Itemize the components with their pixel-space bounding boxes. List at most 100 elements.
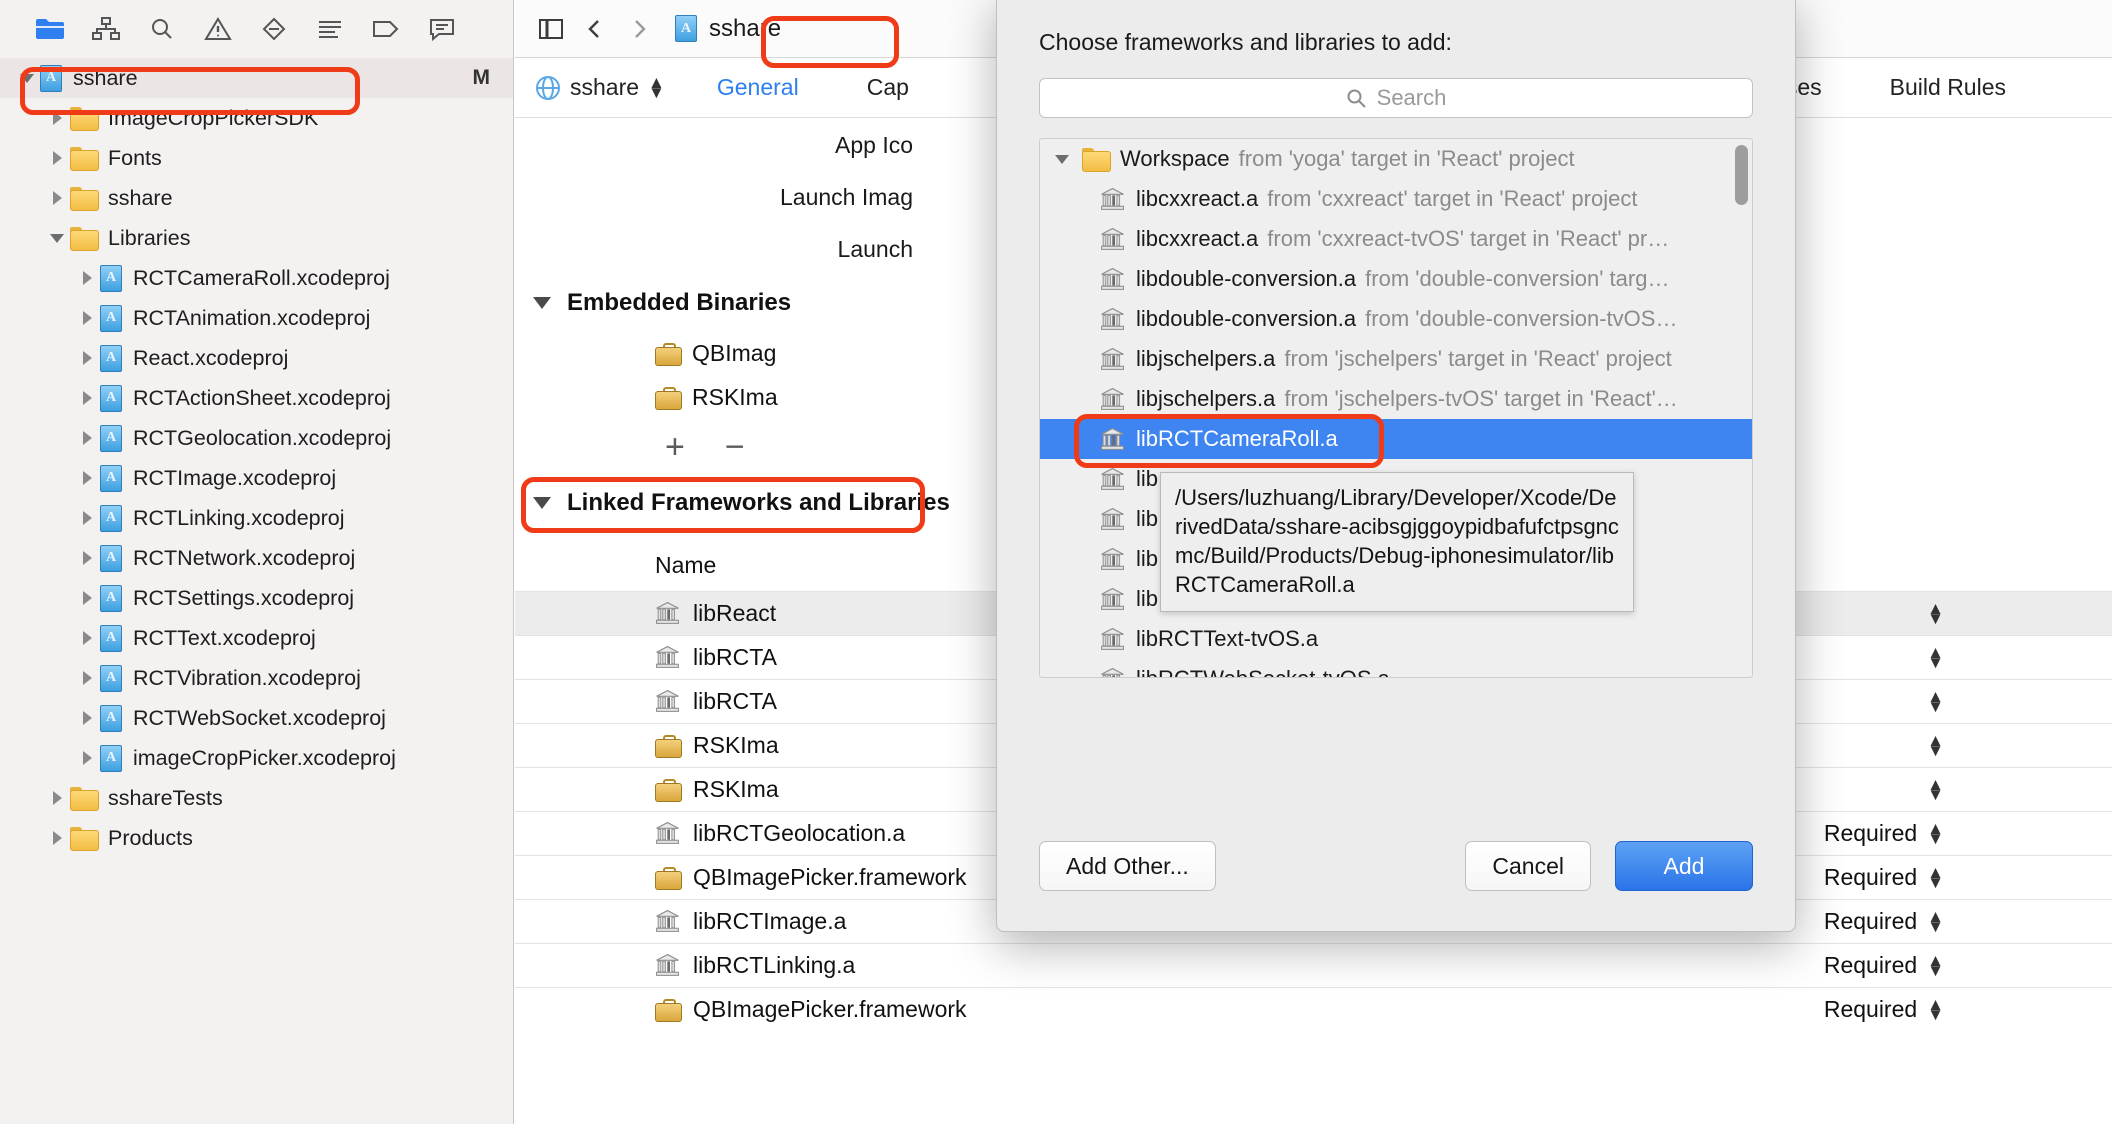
chevron-right-icon[interactable] xyxy=(74,510,100,526)
report-icon[interactable] xyxy=(302,7,358,51)
list-item[interactable]: libdouble-conversion.a from 'double-conve… xyxy=(1040,299,1752,339)
chevron-updown-icon[interactable]: ▲ ▼ xyxy=(1927,644,1944,670)
warning-icon[interactable] xyxy=(190,7,246,51)
list-item[interactable]: libcxxreact.a from 'cxxreact-tvOS' target… xyxy=(1040,219,1752,259)
navigator-toggle-icon[interactable] xyxy=(529,7,573,51)
tree-item[interactable]: RCTCameraRoll.xcodeproj xyxy=(0,258,513,298)
remove-binary-button[interactable]: − xyxy=(725,428,745,467)
breakpoint-icon[interactable] xyxy=(246,7,302,51)
chevron-right-icon[interactable] xyxy=(44,830,70,846)
chevron-down-icon[interactable] xyxy=(14,71,40,85)
chevron-updown-icon[interactable]: ▲ ▼ xyxy=(1927,732,1944,758)
chevron-updown-icon[interactable]: ▲ ▼ xyxy=(1927,688,1944,714)
chevron-right-icon[interactable] xyxy=(74,270,100,286)
tree-item[interactable]: Libraries xyxy=(0,218,513,258)
tree-item[interactable]: RCTActionSheet.xcodeproj xyxy=(0,378,513,418)
chevron-right-icon[interactable] xyxy=(80,710,94,726)
tab-general[interactable]: General xyxy=(701,68,815,107)
status-cell[interactable]: Required ▲ ▼ xyxy=(1824,864,1944,891)
chevron-updown-icon[interactable]: ▲ ▼ xyxy=(1927,908,1944,934)
tree-item[interactable]: Fonts xyxy=(0,138,513,178)
chevron-right-icon[interactable] xyxy=(74,350,100,366)
chevron-right-icon[interactable] xyxy=(80,310,94,326)
back-chevron-icon[interactable] xyxy=(573,7,617,51)
table-row[interactable]: QBImagePicker.framework Required ▲ ▼ xyxy=(515,987,2112,1031)
add-other-button[interactable]: Add Other... xyxy=(1039,841,1216,891)
chevron-right-icon[interactable] xyxy=(80,350,94,366)
forward-chevron-icon[interactable] xyxy=(617,7,661,51)
status-cell[interactable]: Required ▲ ▼ xyxy=(1824,952,1944,979)
chevron-updown-icon[interactable]: ▲ ▼ xyxy=(1927,776,1944,802)
tab-build-rules[interactable]: Build Rules xyxy=(1874,68,2022,107)
chevron-right-icon[interactable] xyxy=(74,630,100,646)
chevron-right-icon[interactable] xyxy=(74,590,100,606)
chevron-right-icon[interactable] xyxy=(50,830,64,846)
tree-item[interactable]: RCTImage.xcodeproj xyxy=(0,458,513,498)
chevron-updown-icon[interactable]: ▲ ▼ xyxy=(1927,864,1944,890)
chevron-right-icon[interactable] xyxy=(74,390,100,406)
tree-item[interactable]: RCTText.xcodeproj xyxy=(0,618,513,658)
chevron-updown-icon[interactable]: ▲ ▼ xyxy=(1927,600,1944,626)
chevron-right-icon[interactable] xyxy=(74,470,100,486)
status-cell[interactable]: ▲ ▼ xyxy=(1917,776,1944,802)
chevron-updown-icon[interactable]: ▲ ▼ xyxy=(1927,996,1944,1022)
chevron-right-icon[interactable] xyxy=(50,110,64,126)
tree-item[interactable]: sshare xyxy=(0,178,513,218)
chevron-down-icon[interactable] xyxy=(49,231,65,245)
status-cell[interactable]: ▲ ▼ xyxy=(1917,600,1944,626)
status-cell[interactable]: Required ▲ ▼ xyxy=(1824,908,1944,935)
target-selector[interactable]: sshare ▲ ▼ xyxy=(535,74,665,101)
comment-icon[interactable] xyxy=(414,7,470,51)
list-item[interactable]: libjschelpers.a from 'jschelpers-tvOS' ta… xyxy=(1040,379,1752,419)
chevron-right-icon[interactable] xyxy=(50,190,64,206)
chevron-down-icon[interactable] xyxy=(1054,152,1070,166)
search-icon[interactable] xyxy=(134,7,190,51)
chevron-right-icon[interactable] xyxy=(80,550,94,566)
chevron-right-icon[interactable] xyxy=(80,270,94,286)
tree-item[interactable]: imageCropPicker.xcodeproj xyxy=(0,738,513,778)
list-item[interactable]: libcxxreact.a from 'cxxreact' target in '… xyxy=(1040,179,1752,219)
chevron-right-icon[interactable] xyxy=(74,430,100,446)
list-item[interactable]: libRCTText-tvOS.a xyxy=(1040,619,1752,659)
chevron-right-icon[interactable] xyxy=(44,790,70,806)
chevron-right-icon[interactable] xyxy=(80,630,94,646)
chevron-right-icon[interactable] xyxy=(50,790,64,806)
tree-item[interactable]: Products xyxy=(0,818,513,858)
chevron-right-icon[interactable] xyxy=(80,470,94,486)
tree-item[interactable]: RCTLinking.xcodeproj xyxy=(0,498,513,538)
chevron-updown-icon[interactable]: ▲ ▼ xyxy=(1927,820,1944,846)
list-item[interactable]: libRCTWebSocket-tvOS.a xyxy=(1040,659,1752,677)
tree-item[interactable]: RCTNetwork.xcodeproj xyxy=(0,538,513,578)
tree-item[interactable]: RCTGeolocation.xcodeproj xyxy=(0,418,513,458)
chevron-right-icon[interactable] xyxy=(50,150,64,166)
chevron-updown-icon[interactable]: ▲ ▼ xyxy=(648,74,665,100)
tree-item[interactable]: sshareTests xyxy=(0,778,513,818)
search-input[interactable]: Search xyxy=(1039,78,1753,118)
status-cell[interactable]: Required ▲ ▼ xyxy=(1824,996,1944,1023)
cancel-button[interactable]: Cancel xyxy=(1465,841,1591,891)
tab-capabilities[interactable]: Cap xyxy=(851,68,925,107)
chevron-right-icon[interactable] xyxy=(44,110,70,126)
chevron-updown-icon[interactable]: ▲ ▼ xyxy=(1927,952,1944,978)
chevron-down-icon[interactable] xyxy=(1054,152,1082,166)
chevron-right-icon[interactable] xyxy=(74,670,100,686)
folder-icon[interactable] xyxy=(22,7,78,51)
chevron-right-icon[interactable] xyxy=(80,430,94,446)
chevron-right-icon[interactable] xyxy=(44,150,70,166)
table-row[interactable]: libRCTLinking.a Required ▲ ▼ xyxy=(515,943,2112,987)
hierarchy-icon[interactable] xyxy=(78,7,134,51)
chevron-right-icon[interactable] xyxy=(74,710,100,726)
add-binary-button[interactable]: + xyxy=(665,428,685,467)
status-cell[interactable]: Required ▲ ▼ xyxy=(1824,820,1944,847)
chevron-right-icon[interactable] xyxy=(80,590,94,606)
chevron-right-icon[interactable] xyxy=(80,750,94,766)
list-scrollbar[interactable] xyxy=(1735,145,1748,205)
chevron-right-icon[interactable] xyxy=(44,190,70,206)
chevron-right-icon[interactable] xyxy=(80,510,94,526)
tree-item[interactable]: RCTSettings.xcodeproj xyxy=(0,578,513,618)
tree-item[interactable]: sshare M xyxy=(0,58,513,98)
list-item[interactable]: libdouble-conversion.a from 'double-conve… xyxy=(1040,259,1752,299)
tree-item[interactable]: React.xcodeproj xyxy=(0,338,513,378)
tree-item[interactable]: ImageCropPickerSDK xyxy=(0,98,513,138)
list-item[interactable]: Workspace from 'yoga' target in 'React' p… xyxy=(1040,139,1752,179)
